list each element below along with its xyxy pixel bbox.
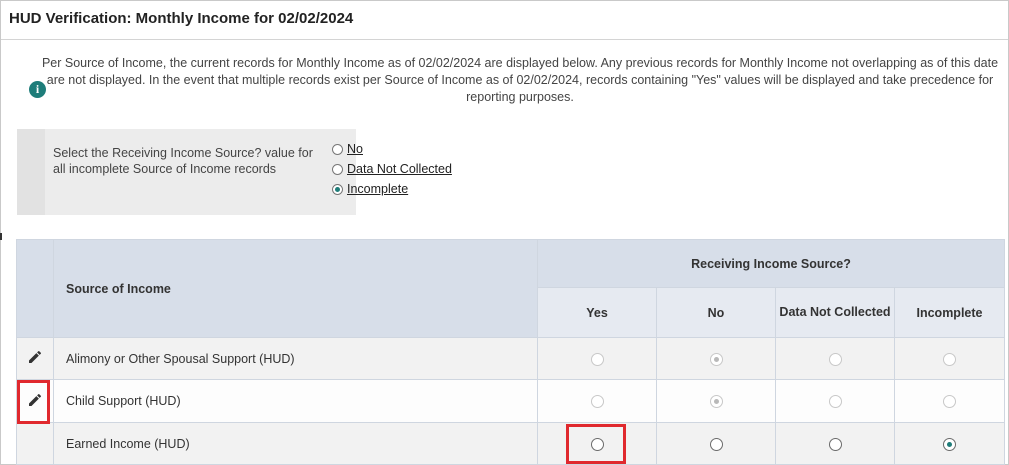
option-data-not-collected-label[interactable]: Data Not Collected [347, 162, 452, 176]
source-cell: Earned Income (HUD) [53, 422, 538, 465]
panel-header: HUD Verification: Monthly Income for 02/… [1, 1, 1008, 40]
option-no-label[interactable]: No [347, 142, 363, 156]
radio-no[interactable] [709, 437, 723, 451]
radio-dnc [828, 395, 842, 409]
radio-dnc[interactable] [828, 437, 842, 451]
radio-no[interactable] [332, 143, 343, 155]
radio-incomplete [943, 352, 956, 366]
radio-yes [590, 352, 604, 366]
yes-col-header: Yes [537, 287, 657, 338]
radio-incomplete[interactable] [943, 437, 956, 451]
radio-dnc [828, 352, 842, 366]
radio-no [709, 352, 723, 366]
pencil-icon[interactable] [27, 349, 43, 365]
radio-incomplete[interactable] [332, 183, 343, 195]
highlight-edit-child-support [17, 380, 50, 424]
radio-no [709, 395, 723, 409]
receiving-income-header: Receiving Income Source? [537, 239, 1005, 288]
page-title: HUD Verification: Monthly Income for 02/… [9, 10, 354, 27]
source-cell: Alimony or Other Spousal Support (HUD) [53, 337, 538, 380]
radio-yes [590, 395, 604, 409]
table-row: Earned Income (HUD) [16, 422, 1005, 465]
radio-data-not-collected[interactable] [332, 163, 343, 175]
option-no[interactable]: No [332, 139, 452, 159]
divider-mark [0, 233, 2, 240]
bulk-select-options: No Data Not Collected Incomplete [332, 139, 452, 199]
edit-cell [16, 337, 54, 380]
bulk-select-box: Select the Receiving Income Source? valu… [17, 129, 356, 215]
option-data-not-collected[interactable]: Data Not Collected [332, 159, 452, 179]
bulk-select-label: Select the Receiving Income Source? valu… [53, 146, 313, 176]
edit-col-header [16, 239, 54, 338]
notice-text: Per Source of Income, the current record… [41, 56, 999, 104]
no-col-header: No [656, 287, 776, 338]
incomplete-col-header: Incomplete [894, 287, 1005, 338]
income-table: Source of Income Receiving Income Source… [16, 239, 1005, 465]
table-row: Alimony or Other Spousal Support (HUD) [16, 337, 1005, 380]
dnc-col-header: Data Not Collected [775, 287, 895, 338]
highlight-yes-earned-income [566, 424, 626, 464]
table-row: Child Support (HUD) [16, 379, 1005, 423]
source-cell: Child Support (HUD) [53, 379, 538, 423]
radio-incomplete [943, 395, 956, 409]
bulk-select-strip [17, 129, 45, 215]
edit-cell [16, 422, 54, 465]
option-incomplete[interactable]: Incomplete [332, 179, 452, 199]
source-col-header: Source of Income [53, 239, 538, 338]
option-incomplete-label[interactable]: Incomplete [347, 182, 408, 196]
